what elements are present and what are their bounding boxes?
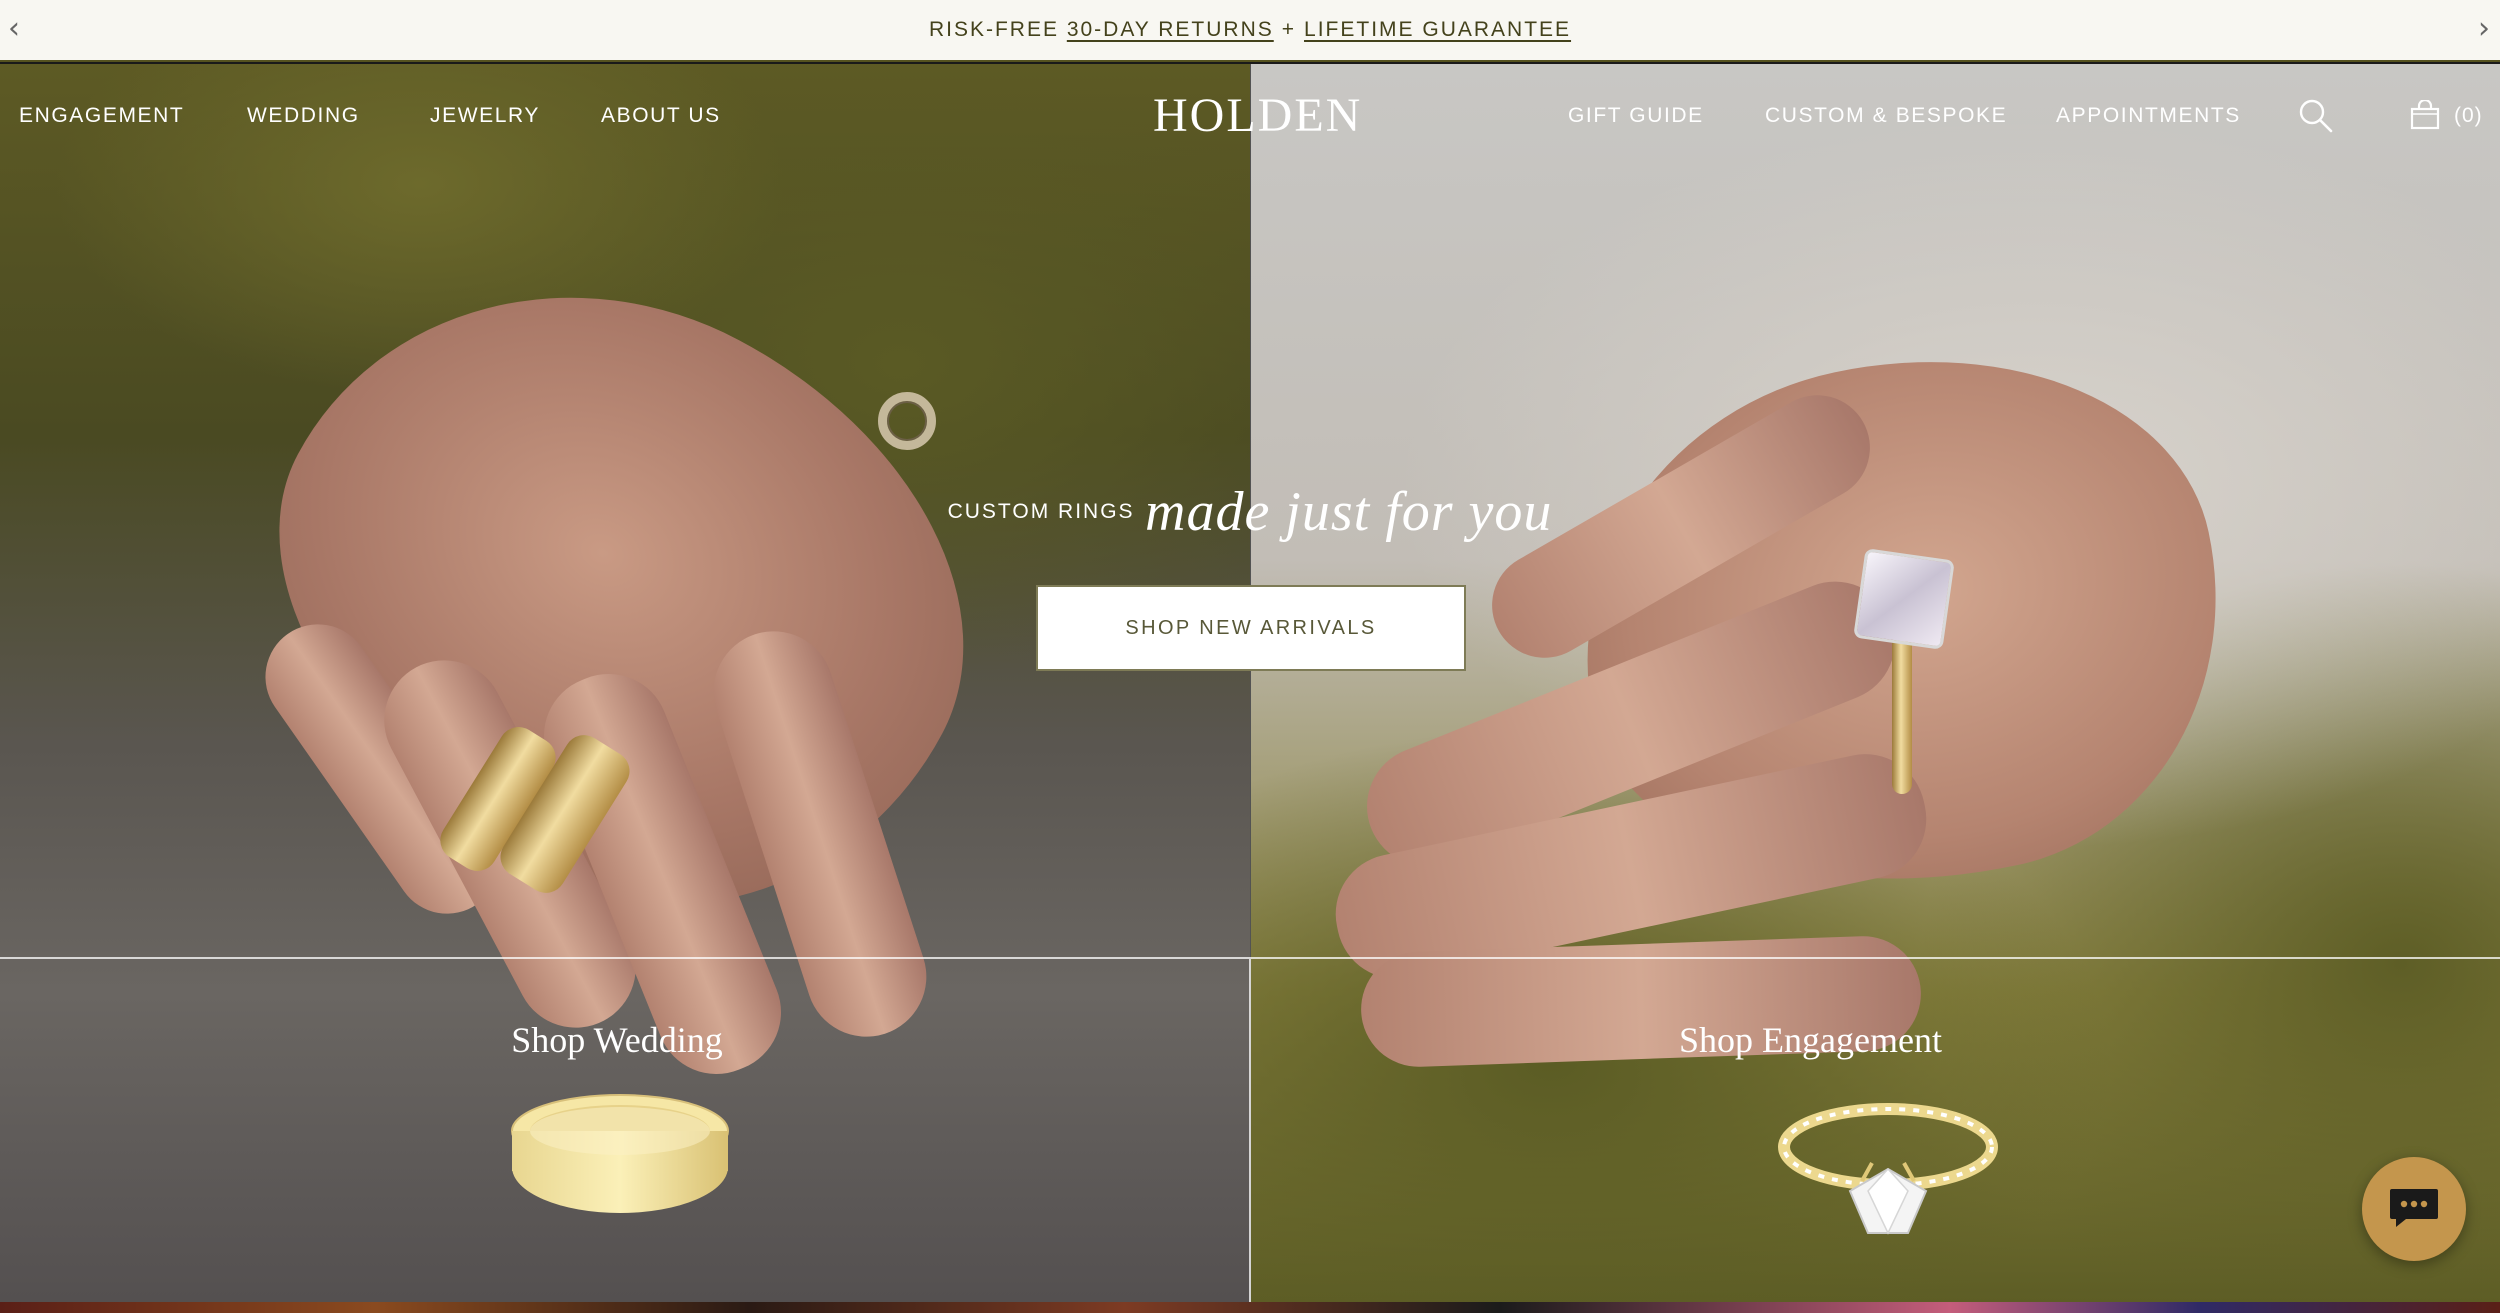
shop-new-arrivals-button[interactable]: SHOP NEW ARRIVALS <box>1036 585 1466 671</box>
announcement-plus: + <box>1281 18 1297 41</box>
main-navigation: ENGAGEMENT WEDDING JEWELRY ABOUT US HOLD… <box>0 64 2500 168</box>
tagline-script: made just for you <box>1145 481 1553 543</box>
nav-gift-guide[interactable]: GIFT GUIDE <box>1568 104 1704 128</box>
chat-button[interactable] <box>2362 1157 2466 1261</box>
search-icon[interactable] <box>2298 98 2334 139</box>
chevron-left-icon[interactable]: ‹ <box>8 12 22 46</box>
announcement-bar: ‹ RISK-FREE 30-DAY RETURNS + LIFETIME GUAR… <box>0 0 2500 62</box>
cart-count[interactable]: (0) <box>2454 104 2483 128</box>
nav-custom-bespoke[interactable]: CUSTOM & BESPOKE <box>1765 104 2007 128</box>
grommet-detail <box>878 392 936 450</box>
shopping-bag-icon[interactable] <box>2410 98 2440 135</box>
shop-wedding-tile[interactable]: Shop Wedding <box>0 959 1249 1302</box>
next-section-preview <box>0 1302 2500 1313</box>
nav-engagement[interactable]: ENGAGEMENT <box>19 104 184 128</box>
nav-about-us[interactable]: ABOUT US <box>601 104 721 128</box>
guarantee-link[interactable]: LIFETIME GUARANTEE <box>1304 18 1571 42</box>
shop-wedding-title[interactable]: Shop Wedding <box>0 1019 1234 1061</box>
gold-band-ring-icon <box>505 1089 735 1224</box>
hero-tagline: CUSTOM RINGS made just for you <box>0 480 2500 544</box>
chevron-right-icon[interactable]: › <box>2478 12 2492 46</box>
returns-link[interactable]: 30-DAY RETURNS <box>1067 18 1274 42</box>
nav-jewelry[interactable]: JEWELRY <box>430 104 540 128</box>
shop-engagement-tile[interactable]: Shop Engagement <box>1251 959 2500 1302</box>
shop-engagement-title[interactable]: Shop Engagement <box>1186 1019 2435 1061</box>
diamond-solitaire-ring-icon <box>1778 1099 1998 1249</box>
nav-appointments[interactable]: APPOINTMENTS <box>2056 104 2241 128</box>
nav-wedding[interactable]: WEDDING <box>247 104 360 128</box>
chat-bubble-icon <box>2388 1185 2440 1234</box>
announcement-prefix: RISK-FREE <box>928 18 1059 41</box>
holden-logo[interactable]: HOLDEN <box>1153 88 1362 143</box>
tagline-eyebrow: CUSTOM RINGS <box>947 500 1135 523</box>
